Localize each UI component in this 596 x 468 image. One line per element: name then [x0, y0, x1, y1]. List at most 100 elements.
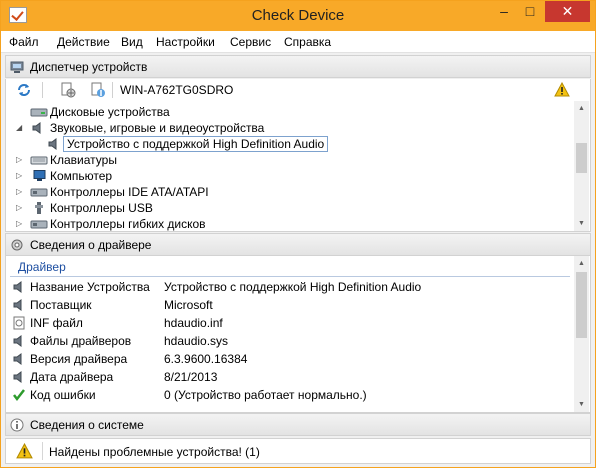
property-row[interactable]: Дата драйвера 8/21/2013 [6, 368, 576, 386]
inf-file-icon [13, 316, 25, 330]
menu-action[interactable]: Действие [57, 35, 110, 49]
driver-info-title: Сведения о драйвере [30, 238, 152, 252]
tree-item-floppy-controllers[interactable]: ▷ Контроллеры гибких дисков [6, 216, 576, 231]
scroll-up-icon[interactable]: ▲ [574, 101, 589, 116]
tree-item-ide-controllers[interactable]: ▷ Контроллеры IDE ATA/ATAPI [6, 184, 576, 200]
tree-item-keyboards[interactable]: ▷ Клавиатуры [6, 152, 576, 168]
property-name: Поставщик [30, 298, 92, 312]
property-row[interactable]: Файлы драйверов hdaudio.sys [6, 332, 576, 350]
tree-label: Контроллеры USB [50, 201, 153, 215]
info-icon [10, 418, 24, 432]
property-row[interactable]: INF файл hdaudio.inf [6, 314, 576, 332]
computer-icon [10, 61, 24, 73]
device-update-icon[interactable] [90, 82, 106, 98]
tree-label: Клавиатуры [50, 153, 117, 167]
controller-icon [30, 220, 48, 229]
warning-icon [16, 443, 33, 459]
tree-scrollbar[interactable]: ▲ ▼ [574, 101, 589, 231]
check-device-window: Check Device – □ ✕ Файл Действие Вид Нас… [0, 0, 596, 468]
expand-icon[interactable]: ▷ [16, 187, 24, 197]
status-bar: Найдены проблемные устройства! (1) [5, 438, 591, 464]
device-properties-icon[interactable] [60, 82, 76, 98]
usb-icon [35, 202, 43, 214]
speaker-icon [32, 122, 41, 134]
toolbar-separator [42, 82, 43, 98]
expand-icon[interactable]: ▷ [16, 171, 24, 181]
maximize-button[interactable]: □ [517, 1, 543, 22]
toolbar-separator [112, 82, 113, 98]
tree-label: Дисковые устройства [50, 105, 170, 119]
scroll-thumb[interactable] [576, 143, 587, 173]
speaker-icon [13, 371, 22, 383]
property-value: Microsoft [164, 298, 213, 312]
controller-icon [30, 188, 48, 197]
refresh-icon[interactable] [16, 82, 32, 98]
menu-file[interactable]: Файл [9, 35, 39, 49]
speaker-icon [48, 138, 57, 150]
speaker-icon [13, 281, 22, 293]
property-name: Версия драйвера [30, 352, 128, 366]
menu-help[interactable]: Справка [284, 35, 331, 49]
system-info-header[interactable]: Сведения о системе [5, 413, 591, 436]
driver-group-label: Драйвер [18, 260, 66, 274]
group-divider [10, 276, 570, 277]
status-divider [42, 442, 43, 460]
tree-item-hd-audio-device[interactable]: Устройство с поддержкой High Definition … [6, 136, 576, 152]
title-bar[interactable]: Check Device – □ ✕ [1, 1, 595, 31]
property-row[interactable]: Название Устройства Устройство с поддерж… [6, 278, 576, 296]
menu-view[interactable]: Вид [121, 35, 143, 49]
property-name: Название Устройства [30, 280, 150, 294]
menu-service[interactable]: Сервис [230, 35, 271, 49]
property-row[interactable]: Поставщик Microsoft [6, 296, 576, 314]
property-value: Устройство с поддержкой High Definition … [164, 280, 422, 294]
tree-label: Звуковые, игровые и видеоустройства [50, 121, 265, 135]
tree-item-disk-drives[interactable]: Дисковые устройства [6, 104, 576, 120]
property-value: 0 (Устройство работает нормально.) [164, 388, 367, 402]
disk-drive-icon [30, 108, 48, 117]
gear-icon [11, 239, 23, 251]
property-value: 8/21/2013 [164, 370, 218, 384]
speaker-icon [13, 299, 22, 311]
property-row[interactable]: Код ошибки 0 (Устройство работает нормал… [6, 386, 576, 404]
device-manager-header[interactable]: Диспетчер устройств [5, 55, 591, 78]
minimize-button[interactable]: – [491, 1, 517, 22]
status-message: Найдены проблемные устройства! (1) [49, 445, 260, 459]
scroll-down-icon[interactable]: ▼ [574, 397, 589, 412]
selected-device-label: Устройство с поддержкой High Definition … [63, 136, 329, 152]
property-value: hdaudio.sys [164, 334, 229, 348]
system-info-title: Сведения о системе [30, 418, 144, 432]
driver-info-header[interactable]: Сведения о драйвере [5, 233, 591, 256]
property-value: hdaudio.inf [164, 316, 223, 330]
tree-label: Контроллеры гибких дисков [50, 217, 206, 231]
device-toolbar: WIN-A762TG0SDRO [5, 79, 591, 101]
expand-icon[interactable]: ▷ [16, 219, 24, 229]
expand-icon[interactable]: ▷ [16, 155, 24, 165]
speaker-icon [13, 335, 22, 347]
speaker-icon [13, 353, 22, 365]
property-name: Дата драйвера [30, 370, 114, 384]
property-row[interactable]: Версия драйвера 6.3.9600.16384 [6, 350, 576, 368]
details-scrollbar[interactable]: ▲ ▼ [574, 256, 589, 412]
tree-item-sound-devices[interactable]: ◢ Звуковые, игровые и видеоустройства [6, 120, 576, 136]
collapse-icon[interactable]: ◢ [16, 123, 24, 133]
keyboard-icon [30, 156, 48, 165]
tree-item-computer[interactable]: ▷ Компьютер [6, 168, 576, 184]
property-name: INF файл [30, 316, 83, 330]
device-tree: Дисковые устройства ◢ Звуковые, игровые … [5, 101, 591, 232]
warning-icon[interactable] [554, 82, 570, 98]
close-button[interactable]: ✕ [545, 1, 590, 22]
driver-details-panel: Драйвер Название Устройства Устройство с… [5, 256, 591, 413]
scroll-up-icon[interactable]: ▲ [574, 256, 589, 271]
computer-name: WIN-A762TG0SDRO [120, 83, 234, 97]
tree-label: Контроллеры IDE ATA/ATAPI [50, 185, 209, 199]
tree-label: Компьютер [50, 169, 113, 183]
device-manager-title: Диспетчер устройств [30, 60, 148, 74]
menu-bar: Файл Действие Вид Настройки Сервис Справ… [1, 31, 595, 53]
tree-item-usb-controllers[interactable]: ▷ Контроллеры USB [6, 200, 576, 216]
menu-settings[interactable]: Настройки [156, 35, 215, 49]
scroll-down-icon[interactable]: ▼ [574, 216, 589, 231]
checkmark-icon [13, 389, 25, 402]
property-name: Код ошибки [30, 388, 96, 402]
expand-icon[interactable]: ▷ [16, 203, 24, 213]
scroll-thumb[interactable] [576, 272, 587, 338]
